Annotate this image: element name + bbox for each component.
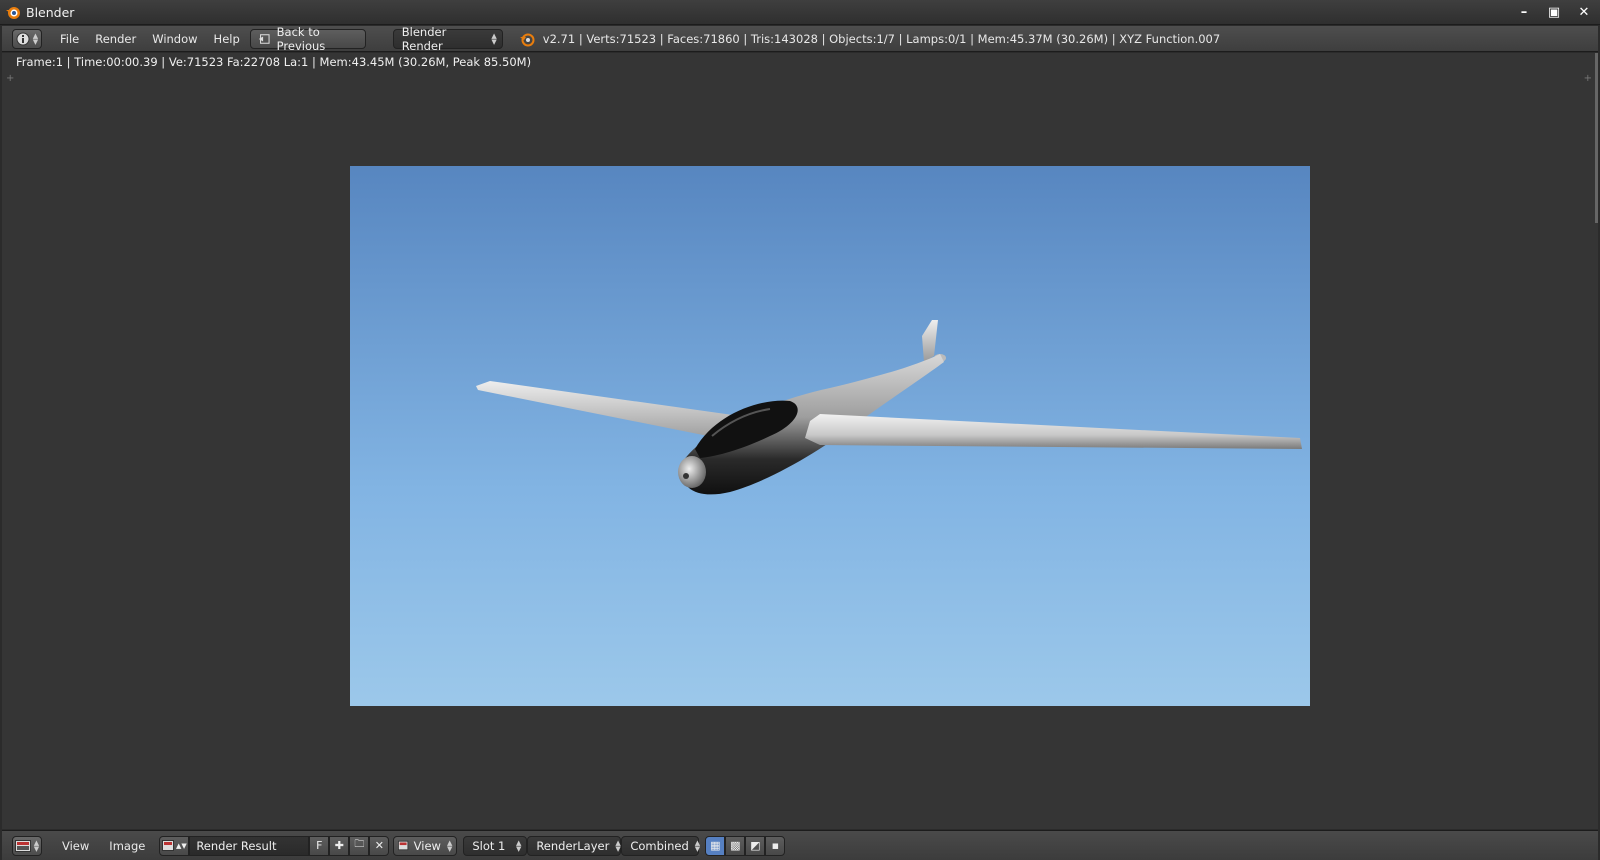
close-icon[interactable]: ✕: [1576, 4, 1592, 20]
scene-stats: v2.71 | Verts:71523 | Faces:71860 | Tris…: [542, 31, 1221, 46]
new-image-icon: ✚: [334, 839, 344, 852]
editor-type-selector[interactable]: ▲ ▼: [12, 28, 42, 49]
menu-image[interactable]: Image: [101, 839, 153, 853]
back-to-previous-label: Back to Previous: [276, 24, 326, 53]
unlink-icon: ✕: [374, 839, 384, 852]
image-name-label: Render Result: [196, 838, 277, 853]
info-header: ▲ ▼ File Render Window Help Back to Previ…: [2, 25, 1598, 53]
menu-render[interactable]: Render: [87, 32, 144, 46]
view-mode-icon: [398, 840, 409, 851]
window-title: Blender: [26, 4, 75, 20]
fake-user-label: F: [316, 839, 323, 852]
slot-label: Slot 1: [472, 838, 506, 853]
blender-version-icon: [519, 33, 535, 46]
area-split-corner-icon[interactable]: +: [6, 73, 14, 84]
menu-view[interactable]: View: [54, 839, 97, 853]
draw-alpha-icon: ▦: [710, 839, 721, 852]
z-buffer-button[interactable]: ◩: [745, 835, 766, 856]
view-mode-dropdown[interactable]: View ▲ ▼: [393, 835, 458, 856]
unlink-image-button[interactable]: ✕: [369, 835, 390, 856]
pin-icon: ▪: [771, 839, 780, 852]
back-to-previous-button[interactable]: Back to Previous: [249, 25, 366, 53]
draw-alpha-button[interactable]: ▦: [705, 835, 726, 856]
image-browse-icon: [161, 840, 174, 851]
image-datablock: ▲▼ Render Result F ✚ 🗀 ✕: [159, 835, 390, 856]
maximize-icon[interactable]: ▣: [1546, 4, 1562, 20]
new-image-button[interactable]: ✚: [329, 835, 350, 856]
menu-help[interactable]: Help: [206, 32, 248, 46]
render-engine-dropdown[interactable]: Blender Render ▲ ▼: [392, 25, 503, 53]
image-editor-area[interactable]: Frame:1 | Time:00:00.39 | Ve:71523 Fa:22…: [2, 53, 1598, 829]
window-titlebar: Blender – ▣ ✕: [0, 0, 1600, 25]
open-image-button[interactable]: 🗀: [349, 835, 370, 856]
area-split-corner-icon[interactable]: +: [1584, 73, 1592, 84]
render-pass-label: Combined: [630, 838, 689, 853]
render-layer-dropdown[interactable]: RenderLayer ▲ ▼: [527, 835, 622, 856]
open-image-icon: 🗀: [354, 839, 365, 850]
view-mode-label: View: [413, 838, 441, 853]
image-browse-button[interactable]: ▲▼: [159, 835, 190, 856]
scrollbar[interactable]: [1595, 53, 1598, 223]
pin-button[interactable]: ▪: [765, 835, 786, 856]
fake-user-button[interactable]: F: [309, 835, 330, 856]
window-controls: – ▣ ✕: [1516, 4, 1592, 20]
render-info-text: Frame:1 | Time:00:00.39 | Ve:71523 Fa:22…: [16, 55, 532, 69]
dropdown-arrows-icon: ▲ ▼: [491, 31, 497, 46]
editor-type-selector[interactable]: ▲ ▼: [12, 835, 42, 856]
image-editor-icon: [14, 839, 31, 852]
checker-icon: ▩: [730, 839, 741, 852]
render-result-image: [350, 166, 1310, 706]
render-layer-label: RenderLayer: [536, 838, 610, 853]
blender-logo-icon: [6, 7, 20, 19]
menu-file[interactable]: File: [52, 32, 87, 46]
render-pass-dropdown[interactable]: Combined ▲ ▼: [621, 835, 700, 856]
image-editor-header: ▲▼ View Image ▲▼ Render Result F ✚ 🗀 ✕: [2, 830, 1598, 860]
checker-button[interactable]: ▩: [725, 835, 746, 856]
render-engine-label: Blender Render: [401, 24, 447, 53]
image-name-field[interactable]: Render Result: [189, 835, 310, 856]
slot-dropdown[interactable]: Slot 1 ▲ ▼: [463, 835, 528, 856]
minimize-icon[interactable]: –: [1516, 4, 1532, 20]
menu-window[interactable]: Window: [144, 32, 205, 46]
back-icon: [258, 33, 270, 44]
z-buffer-icon: ◩: [750, 839, 761, 852]
info-editor-icon: [16, 32, 30, 45]
draw-mode-toggles: ▦ ▩ ◩ ▪: [705, 835, 786, 856]
